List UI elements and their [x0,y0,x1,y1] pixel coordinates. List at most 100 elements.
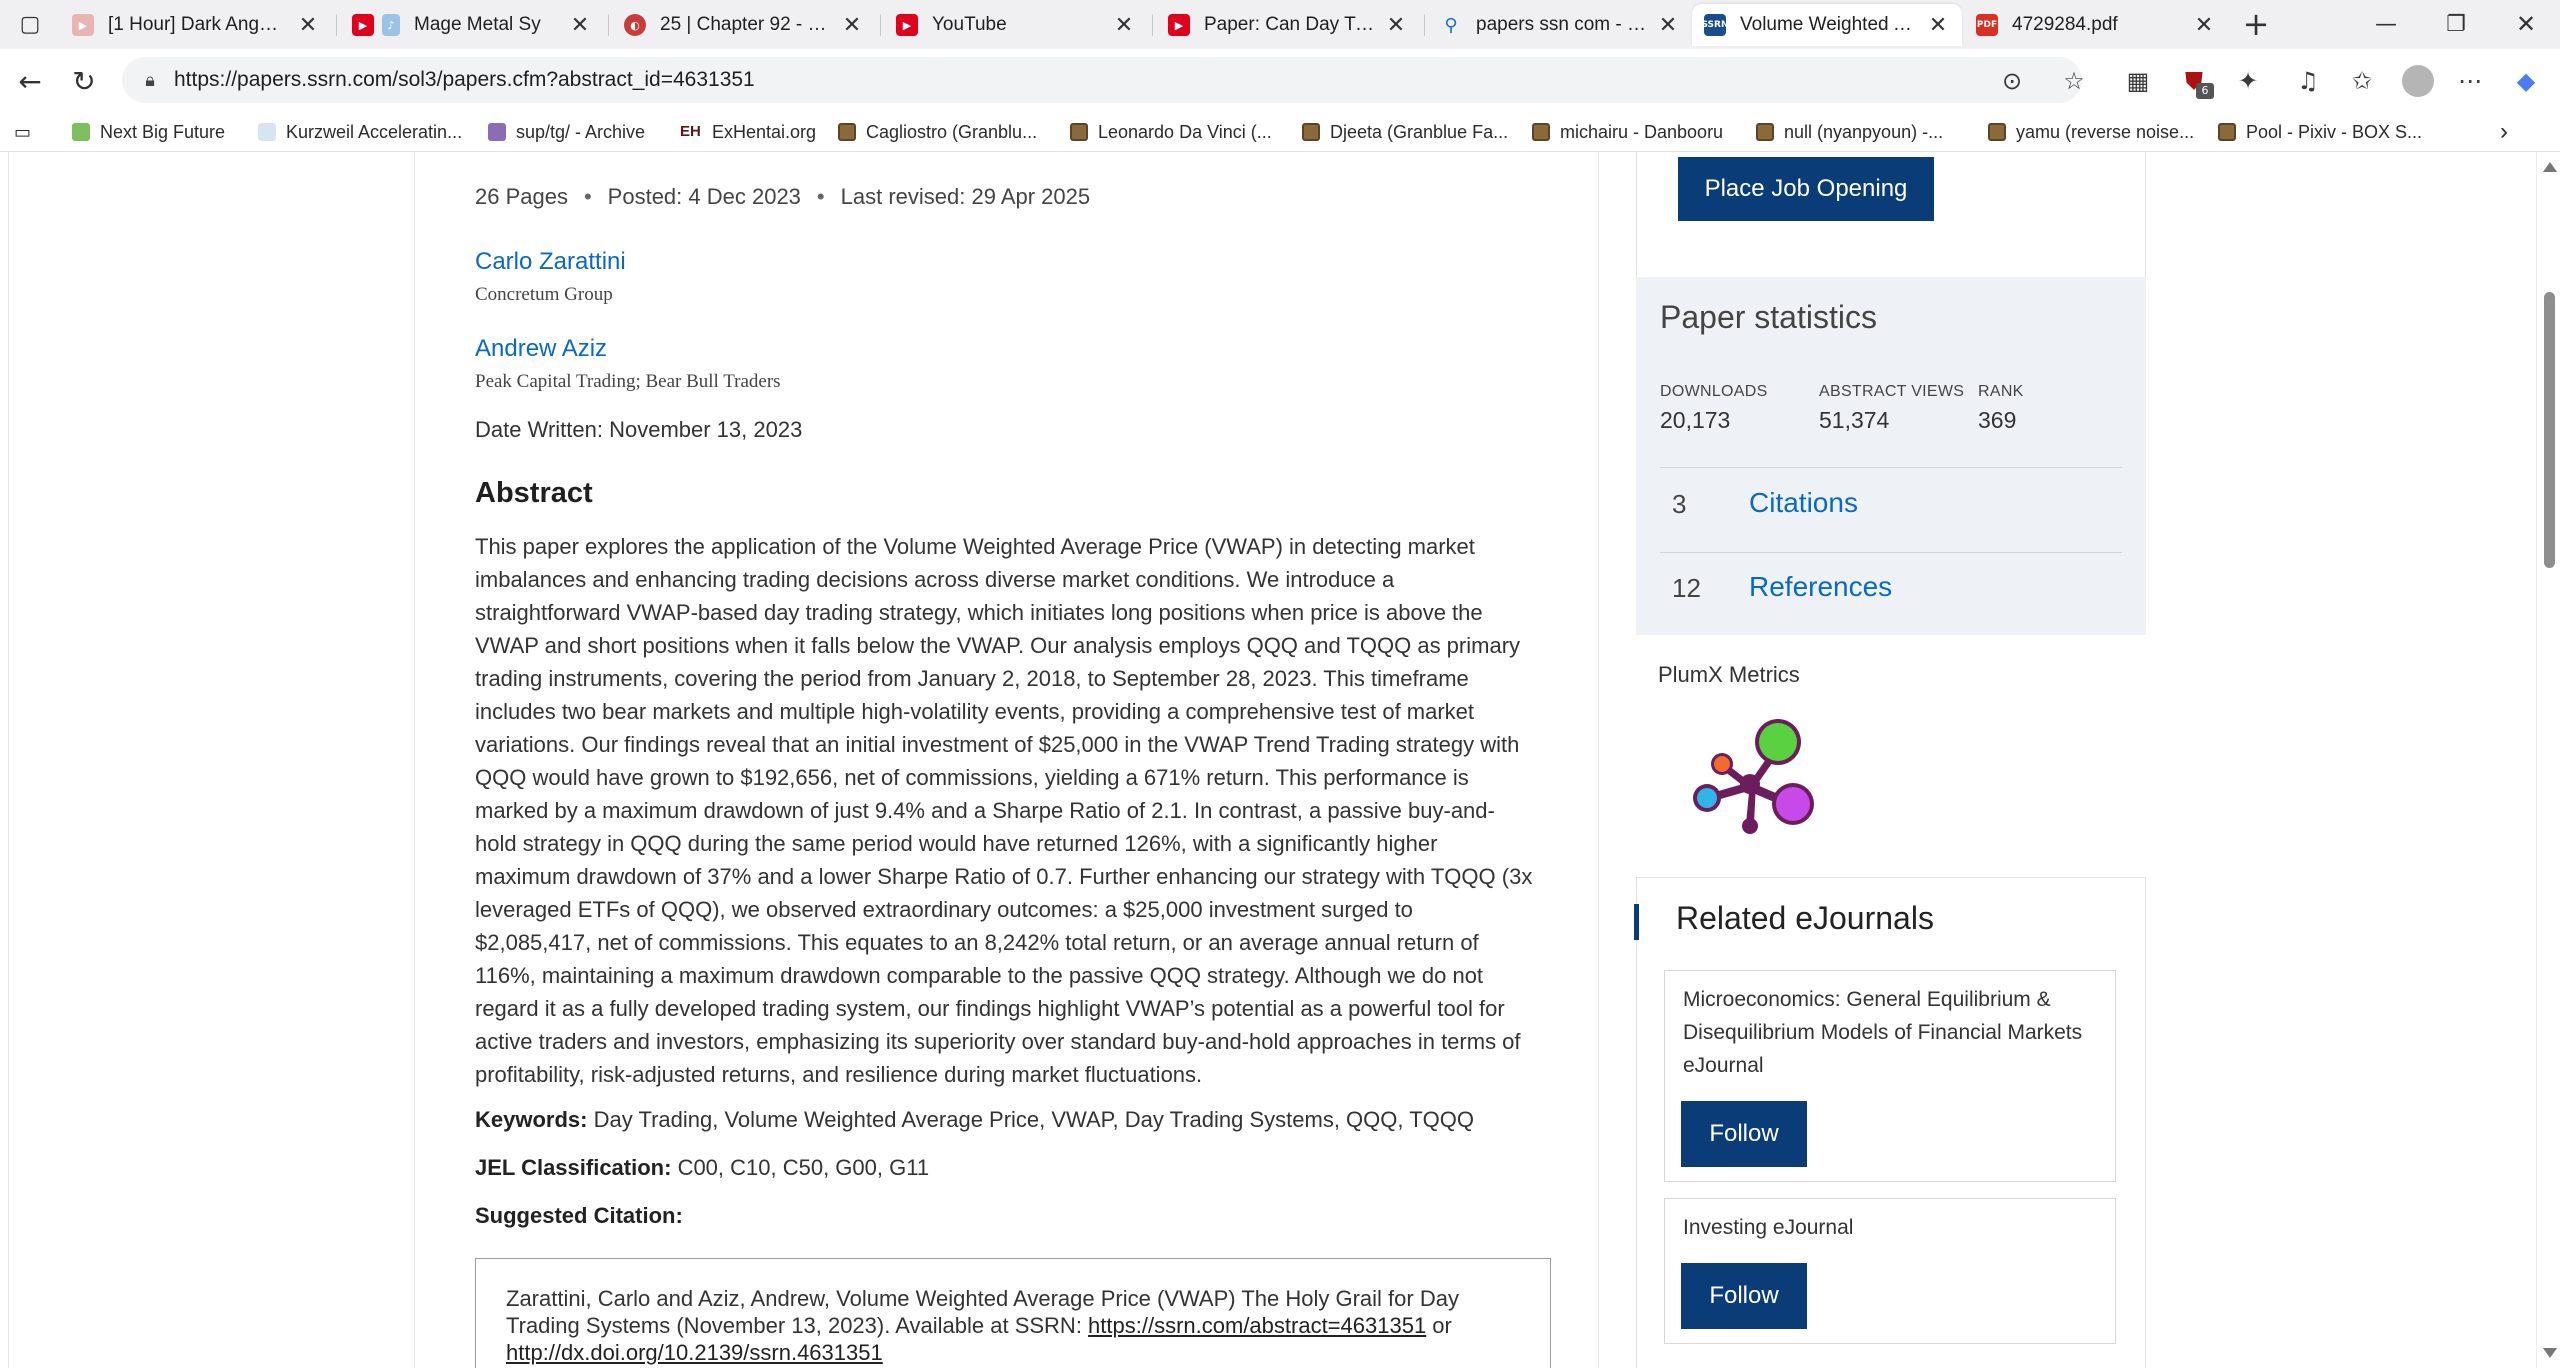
close-icon[interactable]: ✕ [1926,13,1950,38]
extensions-icon[interactable]: ✦ [2230,63,2266,99]
citation-ssrn-link[interactable]: https://ssrn.com/abstract=4631351 [1088,1313,1426,1338]
close-icon[interactable]: ✕ [840,13,864,38]
keywords-value: Day Trading, Volume Weighted Average Pri… [593,1107,1474,1132]
date-written: Date Written: November 13, 2023 [475,417,803,442]
bookmark-label: Leonardo Da Vinci (... [1098,121,1272,142]
minimize-icon[interactable]: — [2366,4,2406,44]
url-text[interactable]: https://papers.ssrn.com/sol3/papers.cfm?… [174,68,755,92]
scroll-thumb[interactable] [2544,292,2555,568]
tab-8[interactable]: PDF 4729284.pdf ✕ [1964,4,2228,46]
restore-icon[interactable]: ❐ [2436,4,2476,44]
close-icon[interactable]: ✕ [2192,13,2216,38]
youtube-icon: ▶ [352,14,374,36]
tab-title: [1 Hour] Dark Angel M [108,14,288,35]
abstract-views-value: 51,374 [1819,407,1890,433]
references-count: 12 [1672,573,1701,603]
tab-5[interactable]: ▶ Paper: Can Day Tradin ✕ [1156,4,1420,46]
follow-button[interactable]: Follow [1681,1263,1807,1329]
bookmark-yamu[interactable]: yamu (reverse noise... [1988,118,2194,146]
favorites-icon[interactable]: ✩ [2344,63,2380,99]
bookmark-djeeta[interactable]: Djeeta (Granblue Fa... [1302,118,1508,146]
author-affiliation: Concretum Group [475,284,613,305]
bookmark-cagliostro[interactable]: Cagliostro (Granblu... [838,118,1037,146]
media-icon[interactable]: ♫ [2290,63,2326,99]
jel-value: C00, C10, C50, G00, G11 [677,1155,930,1180]
folder-icon [2218,123,2236,141]
reader-icon[interactable]: ⊙ [1994,63,2030,99]
revised-date: Last revised: 29 Apr 2025 [840,184,1091,209]
place-job-opening-button[interactable]: Place Job Opening [1678,157,1934,221]
chevron-right-icon[interactable]: › [2500,118,2508,146]
abstract-views-label: ABSTRACT VIEWS [1819,383,1965,400]
bookmarks-menu-icon[interactable]: ▭ [14,118,31,146]
ejournal-name[interactable]: Investing eJournal [1683,1211,2103,1244]
author-link[interactable]: Andrew Aziz [475,335,607,363]
tab-6[interactable]: ⚲ papers ssn com - Sear ✕ [1428,4,1692,46]
bookmark-kurzweil[interactable]: Kurzweil Acceleratin... [258,118,462,146]
citations-link[interactable]: Citations [1749,487,1858,519]
scroll-up-icon[interactable] [2543,162,2557,172]
bookmarks-bar: ▭ Next Big Future Kurzweil Acceleratin..… [0,112,2560,152]
tab-7-active[interactable]: SSRN Volume Weighted Ave ✕ [1692,4,1962,46]
bookmark-label: yamu (reverse noise... [2016,121,2195,142]
scroll-down-icon[interactable] [2543,1348,2557,1358]
refresh-icon[interactable]: ↻ [64,61,104,101]
bookmark-icon [488,123,506,141]
sound-icon: ♪ [382,14,400,36]
references-link[interactable]: References [1749,571,1892,603]
tab-title: Volume Weighted Ave [1740,14,1918,35]
close-window-icon[interactable]: ✕ [2506,4,2546,44]
citation-box: Zarattini, Carlo and Aziz, Andrew, Volum… [475,1258,1551,1368]
tab-actions-icon[interactable]: ▢ [10,4,50,44]
close-icon[interactable]: ✕ [1384,13,1408,38]
bookmark-sup-tg[interactable]: sup/tg/ - Archive [488,118,645,146]
copilot-icon[interactable]: ◆ [2508,63,2544,99]
follow-button[interactable]: Follow [1681,1101,1807,1167]
author-link[interactable]: Carlo Zarattini [475,248,626,276]
page-scrollbar[interactable] [2536,152,2560,1368]
citation-doi-link[interactable]: http://dx.doi.org/10.2139/ssrn.4631351 [506,1340,883,1365]
bookmark-pool-pixiv[interactable]: Pool - Pixiv - BOX S... [2218,118,2422,146]
jel-label: JEL Classification: [475,1155,672,1180]
rank-label: RANK [1978,383,2024,400]
posted-date: Posted: 4 Dec 2023 [607,184,801,209]
bookmark-michairu[interactable]: michairu - Danbooru [1532,118,1723,146]
close-icon[interactable]: ✕ [1112,13,1136,38]
bookmark-leonardo[interactable]: Leonardo Da Vinci (... [1070,118,1272,146]
bookmark-label: Pool - Pixiv - BOX S... [2246,121,2423,142]
site-info-icon[interactable]: 🔒︎ [136,66,164,94]
qr-icon[interactable]: ▦ [2120,63,2156,99]
plumx-metrics-icon[interactable] [1680,712,1820,842]
bookmark-exhentai[interactable]: EH ExHentai.org [680,118,816,146]
eh-icon: EH [680,123,701,140]
ejournal-name[interactable]: Microeconomics: General Equilibrium & Di… [1683,983,2103,1082]
address-bar[interactable]: 🔒︎ https://papers.ssrn.com/sol3/papers.c… [122,57,2082,103]
citations-count: 3 [1672,489,1687,519]
new-tab-button[interactable]: + [2236,4,2276,44]
folder-icon [1532,123,1550,141]
tab-3[interactable]: ◐ 25 | Chapter 92 - Seng ✕ [612,4,876,46]
more-menu-icon[interactable]: ⋯ [2452,63,2488,99]
close-icon[interactable]: ✕ [568,13,592,38]
keywords: Keywords: Day Trading, Volume Weighted A… [475,1107,1474,1133]
close-icon[interactable]: ✕ [296,13,320,38]
close-icon[interactable]: ✕ [1656,13,1680,38]
favorite-star-icon[interactable]: ☆ [2056,63,2092,99]
downloads-label: DOWNLOADS [1660,383,1768,400]
profile-avatar[interactable] [2402,65,2434,97]
back-icon[interactable]: ← [10,61,50,101]
tab-2[interactable]: ▶ ♪ Mage Metal Sy ✕ [340,4,604,46]
tab-title: Paper: Can Day Tradin [1204,14,1376,35]
folder-icon [1756,123,1774,141]
page-viewport: 26 Pages • Posted: 4 Dec 2023 • Last revised… [0,152,2536,1368]
tab-4[interactable]: ▶ YouTube ✕ [884,4,1148,46]
downloads-stat: DOWNLOADS 20,173 [1660,383,1768,434]
bookmark-null[interactable]: null (nyanpyoun) -... [1756,118,1943,146]
rank-value: 369 [1978,407,2017,433]
folder-icon [1988,123,2006,141]
downloads-value: 20,173 [1660,407,1731,433]
tab-title: YouTube [932,14,1007,35]
bookmark-next-big-future[interactable]: Next Big Future [72,118,225,146]
tab-1[interactable]: ▶ [1 Hour] Dark Angel M ✕ [60,4,332,46]
tab-title: 4729284.pdf [2012,14,2118,35]
